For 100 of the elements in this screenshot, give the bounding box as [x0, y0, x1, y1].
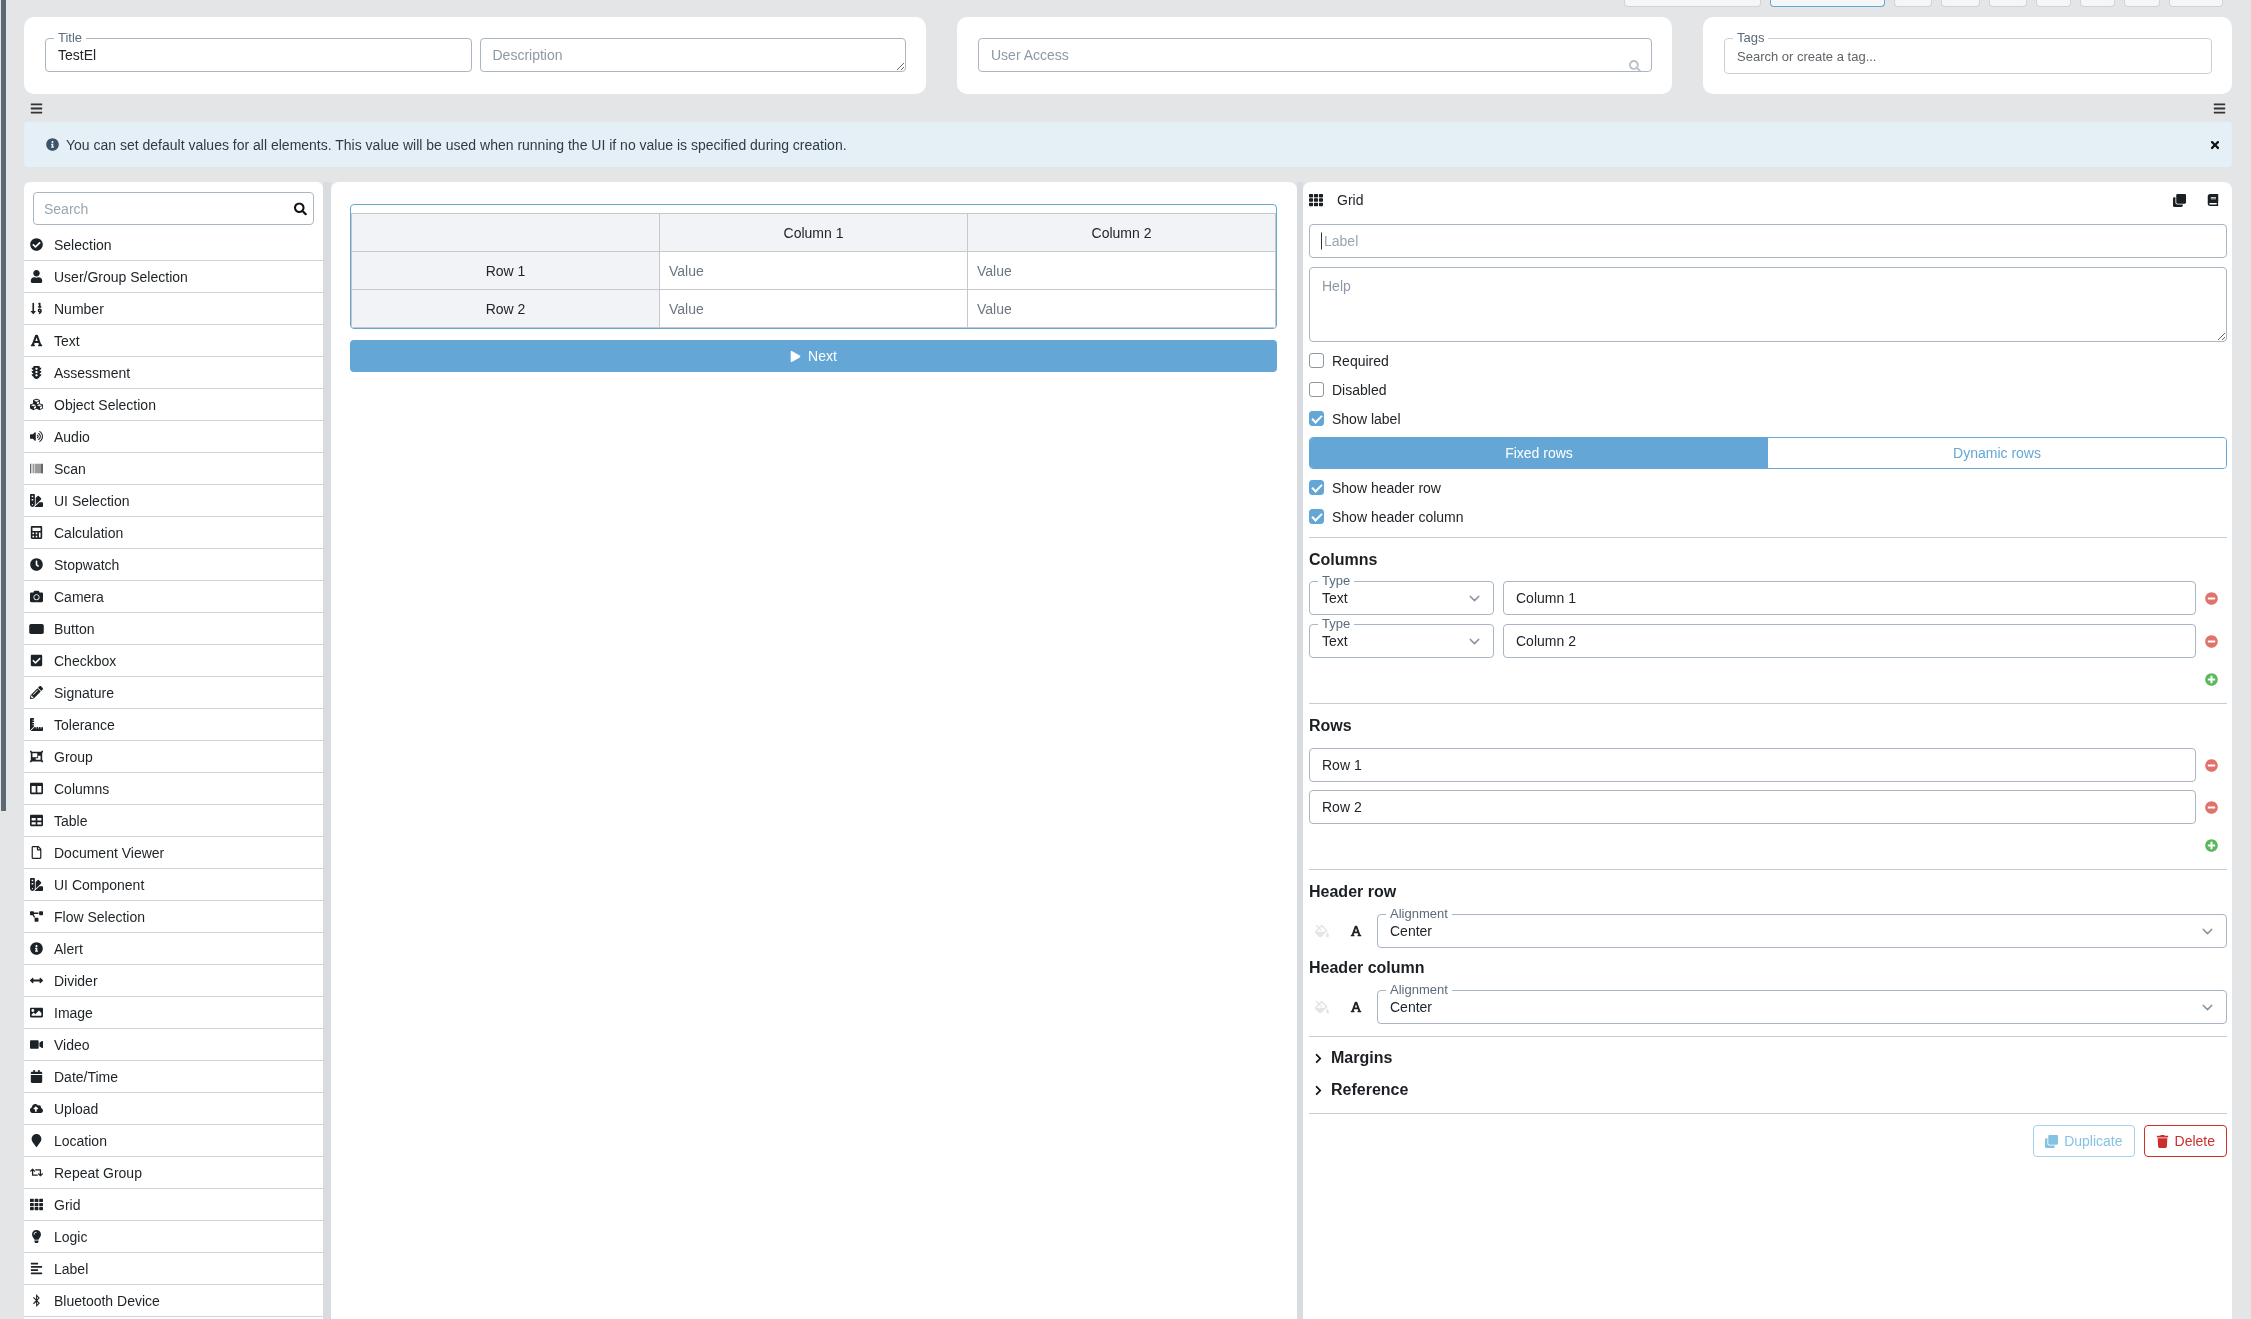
palette-item[interactable]: User/Group Selection — [24, 261, 323, 293]
toolbar-button[interactable] — [1941, 0, 1980, 7]
column-name-input[interactable]: Column 2 — [1503, 624, 2196, 658]
video-camera-icon — [30, 1038, 43, 1051]
chevron-right-icon — [1313, 1084, 1324, 1096]
toolbar-button[interactable] — [2080, 0, 2115, 7]
palette-item[interactable]: Assessment — [24, 357, 323, 389]
toolbar-button[interactable] — [1770, 0, 1885, 7]
scrollbar-thumb[interactable] — [1, 0, 6, 811]
toolbar-button[interactable] — [1989, 0, 2027, 7]
palette-item[interactable]: Upload — [24, 1093, 323, 1125]
cell-input[interactable]: Value — [968, 252, 1275, 289]
section-toggle[interactable]: Margins — [1309, 1047, 1393, 1069]
letter-a-icon[interactable] — [1350, 925, 1362, 937]
object-group-icon — [30, 750, 43, 763]
cloud-upload-icon — [30, 1102, 43, 1115]
row-name-input[interactable]: Row 2 — [1309, 790, 2196, 824]
cell-input[interactable]: Value — [660, 252, 967, 289]
palette-item[interactable]: Alert — [24, 933, 323, 965]
palette-item[interactable]: Image — [24, 997, 323, 1029]
palette-item[interactable]: Camera — [24, 581, 323, 613]
palette-item[interactable]: Tolerance — [24, 709, 323, 741]
palette-item[interactable]: UI Selection — [24, 485, 323, 517]
chevron-right-icon — [1313, 1052, 1324, 1064]
palette-item[interactable]: Audio — [24, 421, 323, 453]
checkbox-label: Required — [1332, 352, 1389, 369]
palette-item[interactable]: Bluetooth Device — [24, 1285, 323, 1317]
speaker-icon — [30, 430, 43, 443]
palette-item[interactable]: Stopwatch — [24, 549, 323, 581]
user-access-field[interactable]: User Access — [978, 38, 1652, 72]
barcode-icon — [30, 462, 43, 475]
book-icon[interactable] — [2207, 194, 2219, 206]
menu-icon[interactable] — [2213, 101, 2226, 115]
rectangle-icon — [29, 623, 44, 634]
section-toggle[interactable]: Reference — [1309, 1079, 1409, 1101]
grid-preview[interactable]: Column 1 Column 2 Row 1 Value Value Row 2 Value Value — [350, 204, 1277, 329]
field-label: Title — [54, 30, 87, 45]
toolbar-button[interactable] — [2169, 0, 2223, 7]
palette-item[interactable]: Number — [24, 293, 323, 325]
menu-icon[interactable] — [30, 101, 43, 115]
checkbox[interactable] — [1309, 509, 1324, 524]
close-icon[interactable] — [2209, 138, 2221, 151]
palette-item[interactable]: Label — [24, 1253, 323, 1285]
palette-item[interactable]: Date/Time — [24, 1061, 323, 1093]
palette-item[interactable]: Flow Selection — [24, 901, 323, 933]
resize-handle[interactable] — [323, 182, 331, 1319]
letter-a-icon[interactable] — [1350, 1001, 1362, 1013]
palette-item[interactable]: Repeat Group — [24, 1157, 323, 1189]
palette-item[interactable]: Button — [24, 613, 323, 645]
resize-handle[interactable] — [1297, 182, 1303, 1319]
traffic-light-icon — [30, 366, 43, 379]
cell-input[interactable]: Value — [968, 290, 1275, 327]
palette-item[interactable]: Calculation — [24, 517, 323, 549]
palette-item[interactable]: UI Component — [24, 869, 323, 901]
pencil-icon — [30, 686, 43, 699]
sort-numeric-icon — [30, 302, 43, 315]
overlapping-squares-icon[interactable] — [2173, 193, 2186, 207]
toolbar-button[interactable] — [2124, 0, 2160, 7]
ruler-icon — [30, 718, 43, 731]
toolbar-button[interactable] — [1624, 0, 1761, 7]
label-field[interactable]: Label — [1309, 224, 2227, 258]
grid-icon — [30, 1198, 43, 1211]
palette-item[interactable]: Signature — [24, 677, 323, 709]
delete-button[interactable]: Delete — [2143, 1125, 2227, 1157]
column-header: Column 2 — [967, 213, 1276, 252]
field-label: Type — [1318, 616, 1355, 631]
checkbox[interactable] — [1309, 411, 1324, 426]
palette-item[interactable]: Table — [24, 805, 323, 837]
palette-item[interactable]: Group — [24, 741, 323, 773]
cell-input[interactable]: Value — [660, 290, 967, 327]
palette-item[interactable]: Text — [24, 325, 323, 357]
panel-title: Grid — [1337, 192, 1364, 208]
checkbox[interactable] — [1309, 353, 1324, 368]
row-name-input[interactable]: Row 1 — [1309, 748, 2196, 782]
clock-icon — [30, 558, 43, 571]
palette-item[interactable]: Columns — [24, 773, 323, 805]
help-field[interactable]: Help — [1309, 267, 2227, 342]
palette-item[interactable]: Selection — [24, 229, 323, 261]
palette-item[interactable]: Object Selection — [24, 389, 323, 421]
info-icon — [46, 138, 59, 151]
overlapping-squares-icon — [2045, 1134, 2059, 1148]
palette-item[interactable]: Location — [24, 1125, 323, 1157]
palette-item[interactable]: Scan — [24, 453, 323, 485]
palette-item[interactable]: Document Viewer — [24, 837, 323, 869]
palette-search-field[interactable]: Search — [33, 192, 314, 225]
checkbox[interactable] — [1309, 382, 1324, 397]
column-name-input[interactable]: Column 1 — [1503, 581, 2196, 615]
palette-item[interactable]: Checkbox — [24, 645, 323, 677]
text-cursor — [1321, 232, 1322, 250]
description-field[interactable]: Description — [479, 38, 906, 72]
checkbox[interactable] — [1309, 480, 1324, 495]
palette-item[interactable]: Divider — [24, 965, 323, 997]
palette-item[interactable]: Logic — [24, 1221, 323, 1253]
palette-item[interactable]: Video — [24, 1029, 323, 1061]
alert-text: You can set default values for all elements. This value will be used when running the UI if no value is specified during creation. — [66, 136, 847, 153]
toolbar-button[interactable] — [1894, 0, 1932, 7]
checkbox-label: Disabled — [1332, 381, 1387, 398]
file-icon — [30, 846, 43, 859]
toolbar-button[interactable] — [2036, 0, 2071, 7]
palette-item[interactable]: Grid — [24, 1189, 323, 1221]
